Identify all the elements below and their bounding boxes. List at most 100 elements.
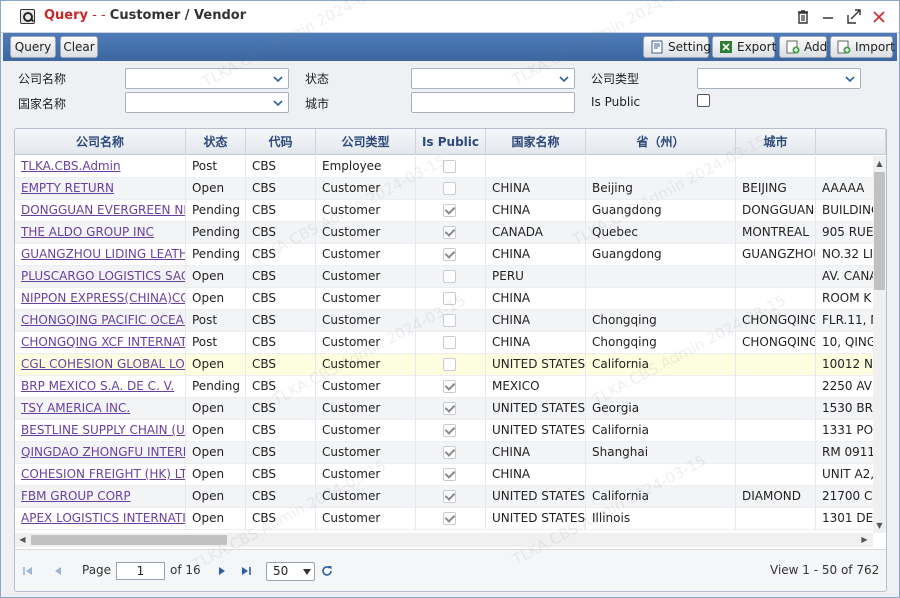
minimize-icon[interactable] [819, 8, 837, 26]
table-row[interactable]: FBM GROUP CORP Open CBS Customer UNITED STAT… [15, 486, 873, 508]
col-province-header[interactable]: 省（州） [586, 129, 736, 155]
col-company-name-cell[interactable]: CGL COHESION GLOBAL LOG [15, 354, 186, 376]
table-row[interactable]: BRP MEXICO S.A. DE C. V. Pending CBS Custom… [15, 376, 873, 398]
col-city-header[interactable]: 城市 [736, 129, 816, 155]
table-row[interactable]: DONGGUAN EVERGREEN NE Pending CBS Customer C… [15, 200, 873, 222]
next-page-icon[interactable] [215, 564, 229, 578]
trash-icon[interactable] [794, 8, 812, 26]
col-company-type-cell: Customer [316, 244, 416, 266]
col-company-name-cell[interactable]: TLKA.CBS.Admin [15, 156, 186, 178]
table-row[interactable]: THE ALDO GROUP INC Pending CBS Customer CANA… [15, 222, 873, 244]
col-country-name-cell: CHINA [486, 244, 586, 266]
col-company-name-cell[interactable]: CHONGQING XCF INTERNATI [15, 332, 186, 354]
col-company-name-header[interactable]: 公司名称 [15, 129, 186, 155]
horizontal-scrollbar[interactable]: ◀ ▶ [15, 533, 873, 547]
col-company-type-header[interactable]: 公司类型 [316, 129, 416, 155]
col-company-name-cell[interactable]: PLUSCARGO LOGISTICS SAC [15, 266, 186, 288]
col-company-name-cell[interactable]: QINGDAO ZHONGFU INTERN [15, 442, 186, 464]
col-company-name-cell[interactable]: APEX LOGISTICS INTERNATI [15, 508, 186, 530]
setting-button[interactable]: Setting [643, 36, 711, 58]
company-type-select[interactable] [697, 68, 861, 89]
close-icon[interactable] [870, 8, 888, 26]
table-row[interactable]: COHESION FREIGHT (HK) LT Open CBS Customer C… [15, 464, 873, 486]
table-row[interactable]: APEX LOGISTICS INTERNATI Open CBS Customer U… [15, 508, 873, 530]
col-city-cell [736, 442, 816, 464]
refresh-icon[interactable] [320, 564, 334, 578]
table-row[interactable]: GUANGZHOU LIDING LEATH Pending CBS Customer… [15, 244, 873, 266]
col-company-name-cell[interactable]: FBM GROUP CORP [15, 486, 186, 508]
col-company-name-cell[interactable]: CHONGQING PACIFIC OCEAN [15, 310, 186, 332]
scroll-up-icon[interactable]: ▲ [875, 159, 884, 168]
export-button[interactable]: Export [712, 36, 776, 58]
query-button[interactable]: Query [10, 36, 56, 58]
table-row[interactable]: CHONGQING PACIFIC OCEAN Post CBS Customer CH… [15, 310, 873, 332]
col-country-name-header[interactable]: 国家名称 [486, 129, 586, 155]
add-button[interactable]: Add [779, 36, 827, 58]
table-row[interactable]: QINGDAO ZHONGFU INTERN Open CBS Customer CHI… [15, 442, 873, 464]
col-country-name-cell: UNITED STATES [486, 354, 586, 376]
table-row[interactable]: EMPTY RETURN Open CBS Customer CHINA Beijing B… [15, 178, 873, 200]
col-company-name-cell[interactable]: THE ALDO GROUP INC [15, 222, 186, 244]
country-name-select[interactable] [125, 92, 289, 113]
col-code-cell: CBS [246, 178, 316, 200]
col-code-cell: CBS [246, 398, 316, 420]
col-status-cell: Open [186, 354, 246, 376]
col-code-cell: CBS [246, 200, 316, 222]
col-company-type-cell: Customer [316, 200, 416, 222]
vertical-scroll-thumb[interactable] [874, 172, 885, 290]
col-code-cell: CBS [246, 508, 316, 530]
col-status-cell: Pending [186, 376, 246, 398]
import-button[interactable]: Import [830, 36, 895, 58]
col-address-cell: 10012 NC [816, 354, 873, 376]
last-page-icon[interactable] [239, 564, 253, 578]
maximize-icon[interactable] [845, 8, 863, 26]
city-input[interactable] [411, 92, 575, 113]
col-company-name-cell[interactable]: EMPTY RETURN [15, 178, 186, 200]
col-is-public-cell [416, 332, 486, 354]
col-status-header[interactable]: 状态 [186, 129, 246, 155]
col-company-name-cell[interactable]: BESTLINE SUPPLY CHAIN (U [15, 420, 186, 442]
col-country-name-cell: UNITED STATES [486, 486, 586, 508]
vertical-scrollbar[interactable]: ▲ ▼ [873, 156, 886, 533]
table-row[interactable]: BESTLINE SUPPLY CHAIN (U Open CBS Customer U… [15, 420, 873, 442]
clear-button[interactable]: Clear [60, 36, 98, 58]
first-page-icon[interactable] [21, 564, 35, 578]
company-name-select[interactable] [125, 68, 289, 89]
scroll-down-icon[interactable]: ▼ [875, 521, 884, 530]
col-company-name-cell[interactable]: COHESION FREIGHT (HK) LT [15, 464, 186, 486]
col-company-name-cell[interactable]: DONGGUAN EVERGREEN NE [15, 200, 186, 222]
scroll-right-icon[interactable]: ▶ [860, 535, 869, 545]
col-status-cell: Open [186, 178, 246, 200]
col-city-cell [736, 288, 816, 310]
col-company-name-cell[interactable]: TSY AMERICA INC. [15, 398, 186, 420]
table-row[interactable]: TSY AMERICA INC. Open CBS Customer UNITED ST… [15, 398, 873, 420]
grid-header: 公司名称 状态 代码 公司类型 Is Public 国家名称 省（州） 城市 [15, 129, 886, 155]
is-public-checkbox[interactable] [697, 94, 710, 107]
import-label: Import [855, 40, 895, 54]
table-row[interactable]: TLKA.CBS.Admin Post CBS Employee [15, 156, 873, 178]
col-company-name-cell[interactable]: GUANGZHOU LIDING LEATH [15, 244, 186, 266]
table-row[interactable]: CGL COHESION GLOBAL LOG Open CBS Customer UN… [15, 354, 873, 376]
col-country-name-cell: CHINA [486, 178, 586, 200]
col-code-header[interactable]: 代码 [246, 129, 316, 155]
status-select[interactable] [411, 68, 575, 89]
scroll-left-icon[interactable]: ◀ [18, 535, 27, 545]
col-status-cell: Post [186, 332, 246, 354]
page-input[interactable]: 1 [116, 562, 165, 580]
col-company-type-cell: Customer [316, 486, 416, 508]
col-status-cell: Open [186, 464, 246, 486]
table-row[interactable]: PLUSCARGO LOGISTICS SAC Open CBS Customer PE… [15, 266, 873, 288]
table-row[interactable]: NIPPON EXPRESS(CHINA)CO Open CBS Customer CH… [15, 288, 873, 310]
page-size-select[interactable]: 50 [266, 562, 315, 581]
prev-page-icon[interactable] [51, 564, 65, 578]
is-public-checkbox [443, 468, 456, 481]
col-company-name-cell[interactable]: BRP MEXICO S.A. DE C. V. [15, 376, 186, 398]
company-type-label: 公司类型 [591, 72, 640, 86]
col-company-name-cell[interactable]: NIPPON EXPRESS(CHINA)CO [15, 288, 186, 310]
col-is-public-header[interactable]: Is Public [416, 129, 486, 155]
col-address-header[interactable] [816, 129, 886, 155]
col-city-cell [736, 508, 816, 530]
horizontal-scroll-thumb[interactable] [31, 535, 227, 545]
setting-label: Setting [668, 40, 711, 54]
table-row[interactable]: CHONGQING XCF INTERNATI Post CBS Customer CH… [15, 332, 873, 354]
